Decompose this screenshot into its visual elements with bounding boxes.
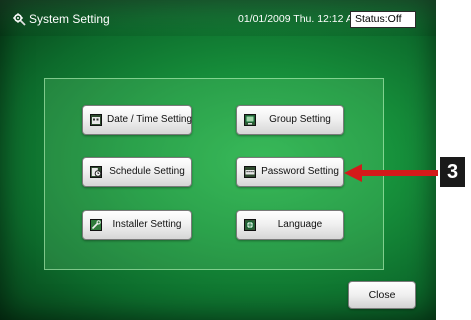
manual-figure: System Setting 01/01/2009 Thu. 12:12 AM … [0, 0, 471, 320]
password-setting-label: Password Setting [261, 166, 339, 177]
calendar-icon [90, 114, 102, 126]
date-time-setting-label: Date / Time Setting [107, 114, 193, 125]
system-setting-screen: System Setting 01/01/2009 Thu. 12:12 AM … [0, 0, 436, 320]
installer-setting-button[interactable]: Installer Setting [82, 210, 192, 240]
status-indicator: Status:Off [350, 11, 416, 28]
group-setting-button[interactable]: Group Setting [236, 105, 344, 135]
password-setting-button[interactable]: Password Setting [236, 157, 344, 187]
language-globe-icon [244, 219, 256, 231]
callout-arrow-icon [344, 164, 438, 182]
date-time-setting-button[interactable]: Date / Time Setting [82, 105, 192, 135]
group-setting-label: Group Setting [269, 114, 331, 125]
schedule-setting-button[interactable]: Schedule Setting [82, 157, 192, 187]
header-bar: System Setting 01/01/2009 Thu. 12:12 AM … [0, 0, 436, 36]
schedule-setting-label: Schedule Setting [109, 166, 185, 177]
gear-tools-icon [13, 13, 26, 26]
close-button[interactable]: Close [348, 281, 416, 309]
step-number-badge: 3 [440, 157, 465, 187]
group-screen-icon [244, 114, 256, 126]
installer-wrench-icon [90, 219, 102, 231]
datetime-display: 01/01/2009 Thu. 12:12 AM [238, 13, 362, 25]
page-title: System Setting [29, 12, 110, 26]
schedule-icon [90, 166, 102, 178]
password-keyboard-icon [244, 166, 256, 178]
installer-setting-label: Installer Setting [112, 219, 182, 230]
language-label: Language [277, 219, 323, 230]
language-button[interactable]: Language [236, 210, 344, 240]
